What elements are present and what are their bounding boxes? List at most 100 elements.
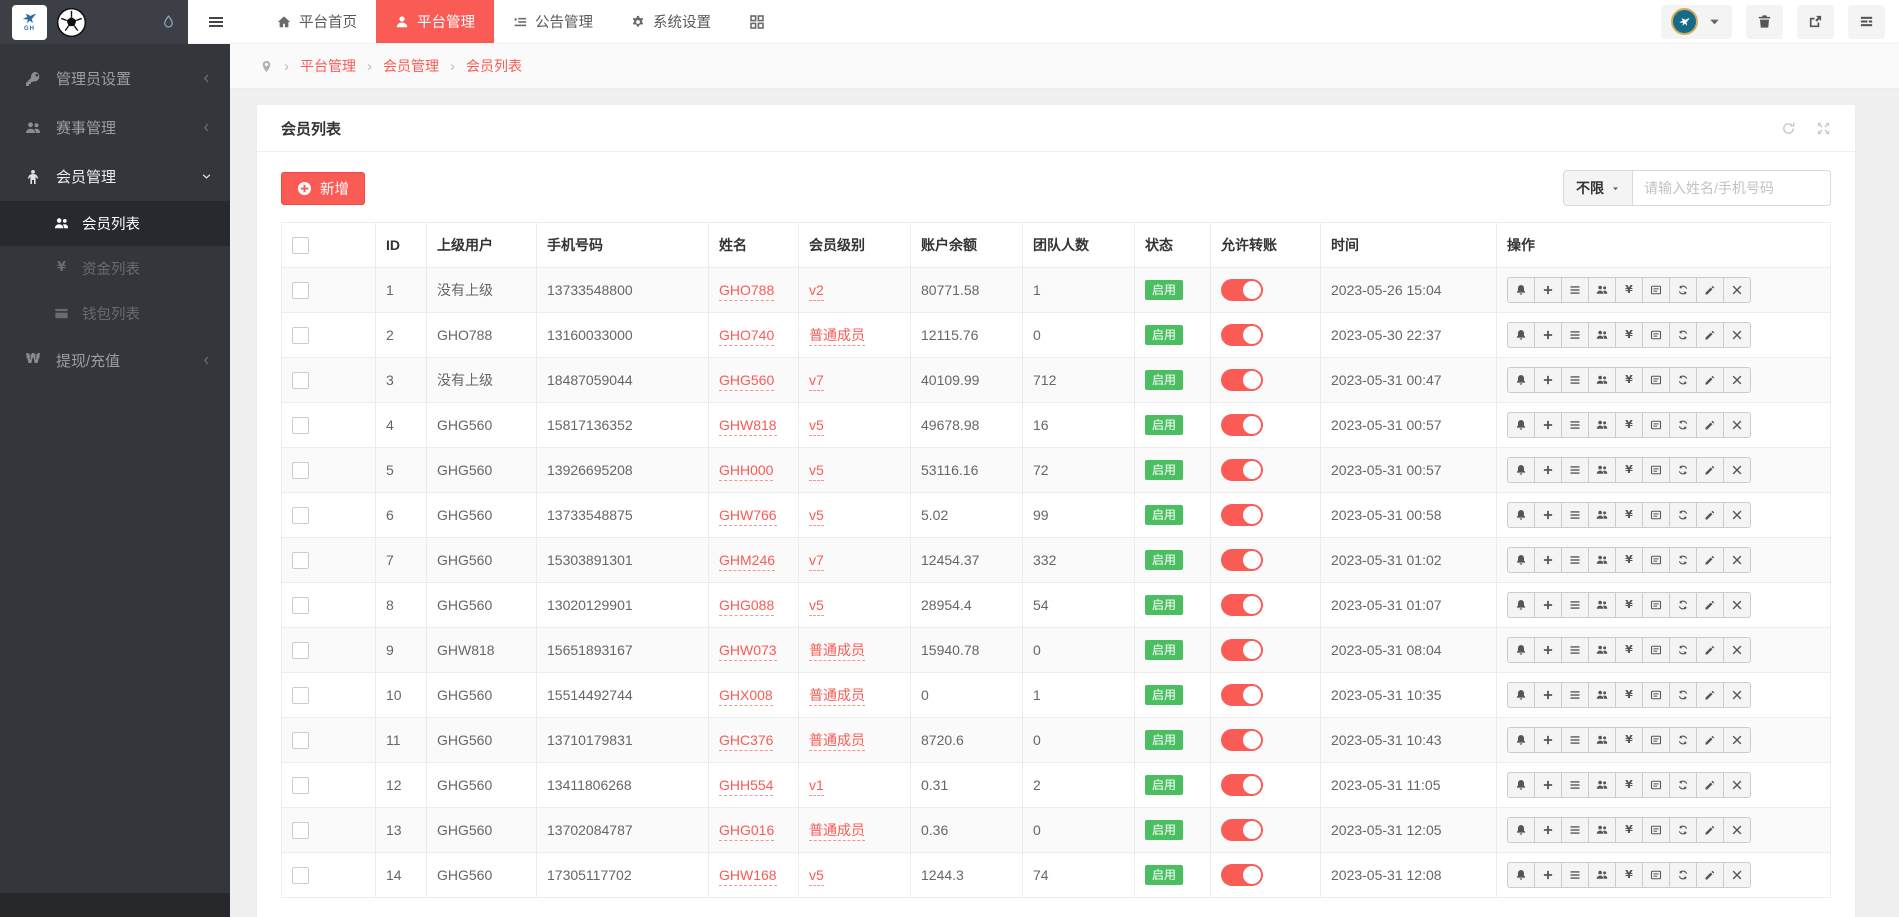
bell-action-button[interactable] <box>1507 367 1535 393</box>
justify-action-button[interactable] <box>1561 682 1589 708</box>
pencil-action-button[interactable] <box>1696 457 1724 483</box>
yen-action-button[interactable]: ¥ <box>1615 547 1643 573</box>
transfer-toggle[interactable] <box>1221 504 1263 526</box>
transfer-toggle[interactable] <box>1221 684 1263 706</box>
member-level-link[interactable]: v7 <box>809 552 824 571</box>
member-name-link[interactable]: GHW766 <box>719 507 777 526</box>
recycle-action-button[interactable] <box>1669 772 1697 798</box>
bell-action-button[interactable] <box>1507 502 1535 528</box>
member-name-link[interactable]: GHO788 <box>719 282 775 301</box>
card-list-action-button[interactable] <box>1642 367 1670 393</box>
pencil-action-button[interactable] <box>1696 637 1724 663</box>
search-input[interactable] <box>1633 170 1831 206</box>
card-list-action-button[interactable] <box>1642 322 1670 348</box>
transfer-toggle[interactable] <box>1221 864 1263 886</box>
pencil-action-button[interactable] <box>1696 727 1724 753</box>
users-action-button[interactable] <box>1588 367 1616 393</box>
users-action-button[interactable] <box>1588 592 1616 618</box>
close-action-button[interactable] <box>1723 772 1751 798</box>
yen-action-button[interactable]: ¥ <box>1615 592 1643 618</box>
bell-action-button[interactable] <box>1507 682 1535 708</box>
justify-action-button[interactable] <box>1561 727 1589 753</box>
pencil-action-button[interactable] <box>1696 682 1724 708</box>
nav-item-announcement-manage[interactable]: 公告管理 <box>494 0 612 43</box>
bell-action-button[interactable] <box>1507 592 1535 618</box>
plus-action-button[interactable] <box>1534 862 1562 888</box>
member-name-link[interactable]: GHH554 <box>719 777 774 796</box>
member-name-link[interactable]: GHW168 <box>719 867 777 886</box>
member-level-link[interactable]: 普通成员 <box>809 327 865 346</box>
plus-action-button[interactable] <box>1534 772 1562 798</box>
yen-action-button[interactable]: ¥ <box>1615 637 1643 663</box>
close-action-button[interactable] <box>1723 322 1751 348</box>
add-member-button[interactable]: 新增 <box>281 171 365 205</box>
recycle-action-button[interactable] <box>1669 457 1697 483</box>
plus-action-button[interactable] <box>1534 727 1562 753</box>
pencil-action-button[interactable] <box>1696 547 1724 573</box>
member-name-link[interactable]: GHC376 <box>719 732 774 751</box>
yen-action-button[interactable]: ¥ <box>1615 817 1643 843</box>
transfer-toggle[interactable] <box>1221 549 1263 571</box>
recycle-action-button[interactable] <box>1669 682 1697 708</box>
row-checkbox[interactable] <box>292 776 309 794</box>
member-name-link[interactable]: GHG016 <box>719 822 775 841</box>
transfer-toggle[interactable] <box>1221 414 1263 436</box>
transfer-toggle[interactable] <box>1221 594 1263 616</box>
users-action-button[interactable] <box>1588 412 1616 438</box>
sidebar-item-member-list[interactable]: 会员列表 <box>0 201 230 246</box>
pencil-action-button[interactable] <box>1696 862 1724 888</box>
nav-item-platform-home[interactable]: 平台首页 <box>258 0 376 43</box>
justify-action-button[interactable] <box>1561 862 1589 888</box>
sidebar-item-funds-list[interactable]: ¥ 资金列表 <box>0 246 230 291</box>
bell-action-button[interactable] <box>1507 817 1535 843</box>
row-checkbox[interactable] <box>292 551 309 569</box>
member-name-link[interactable]: GHH000 <box>719 462 774 481</box>
recycle-action-button[interactable] <box>1669 637 1697 663</box>
member-name-link[interactable]: GHM246 <box>719 552 776 571</box>
card-list-action-button[interactable] <box>1642 727 1670 753</box>
select-all-checkbox[interactable] <box>292 236 309 254</box>
bell-action-button[interactable] <box>1507 862 1535 888</box>
transfer-toggle[interactable] <box>1221 459 1263 481</box>
card-list-action-button[interactable] <box>1642 682 1670 708</box>
pencil-action-button[interactable] <box>1696 322 1724 348</box>
transfer-toggle[interactable] <box>1221 369 1263 391</box>
member-level-link[interactable]: 普通成员 <box>809 822 865 841</box>
member-level-link[interactable]: v2 <box>809 282 824 301</box>
bell-action-button[interactable] <box>1507 637 1535 663</box>
yen-action-button[interactable]: ¥ <box>1615 322 1643 348</box>
card-list-action-button[interactable] <box>1642 277 1670 303</box>
close-action-button[interactable] <box>1723 412 1751 438</box>
brand-logo[interactable]: GH <box>12 4 47 40</box>
plus-action-button[interactable] <box>1534 457 1562 483</box>
transfer-toggle[interactable] <box>1221 324 1263 346</box>
row-checkbox[interactable] <box>292 371 309 389</box>
transfer-toggle[interactable] <box>1221 774 1263 796</box>
yen-action-button[interactable]: ¥ <box>1615 727 1643 753</box>
justify-action-button[interactable] <box>1561 637 1589 663</box>
breadcrumb-link-member-manage[interactable]: 会员管理 <box>383 56 439 76</box>
bell-action-button[interactable] <box>1507 322 1535 348</box>
yen-action-button[interactable]: ¥ <box>1615 502 1643 528</box>
plus-action-button[interactable] <box>1534 817 1562 843</box>
users-action-button[interactable] <box>1588 547 1616 573</box>
yen-action-button[interactable]: ¥ <box>1615 862 1643 888</box>
justify-action-button[interactable] <box>1561 592 1589 618</box>
pencil-action-button[interactable] <box>1696 412 1724 438</box>
transfer-toggle[interactable] <box>1221 279 1263 301</box>
row-checkbox[interactable] <box>292 416 309 434</box>
yen-action-button[interactable]: ¥ <box>1615 367 1643 393</box>
recycle-action-button[interactable] <box>1669 727 1697 753</box>
panel-layout-button[interactable] <box>1848 4 1885 39</box>
refresh-icon[interactable] <box>1781 121 1796 136</box>
plus-action-button[interactable] <box>1534 637 1562 663</box>
member-level-link[interactable]: v5 <box>809 597 824 616</box>
fullscreen-icon[interactable] <box>1816 121 1831 136</box>
bell-action-button[interactable] <box>1507 457 1535 483</box>
member-level-link[interactable]: 普通成员 <box>809 642 865 661</box>
pencil-action-button[interactable] <box>1696 367 1724 393</box>
recycle-action-button[interactable] <box>1669 322 1697 348</box>
recycle-action-button[interactable] <box>1669 277 1697 303</box>
member-name-link[interactable]: GHW818 <box>719 417 777 436</box>
pencil-action-button[interactable] <box>1696 817 1724 843</box>
